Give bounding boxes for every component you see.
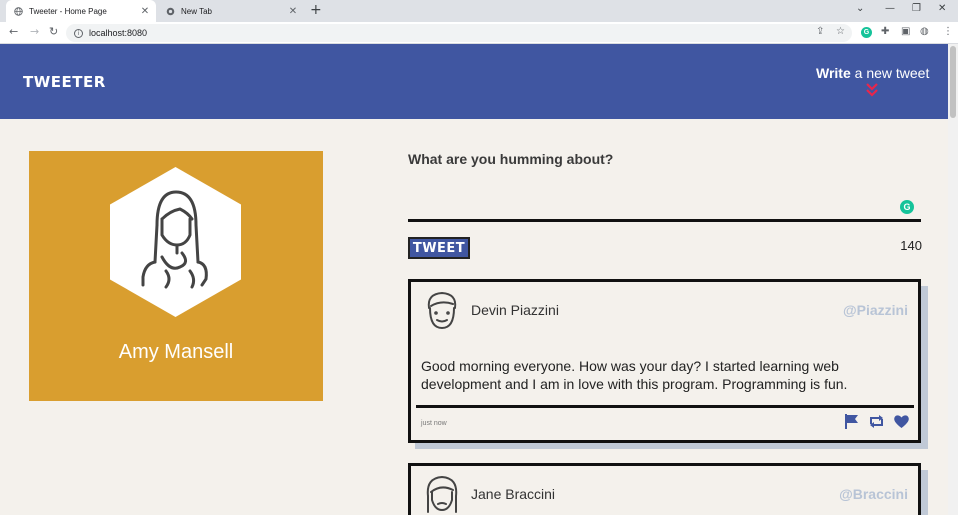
flag-icon[interactable] xyxy=(843,413,860,430)
browser-tab-bar: Tweeter - Home Page ✕ New Tab ✕ + ⌄ — ❐ … xyxy=(0,0,958,22)
browser-tab-new-tab[interactable]: New Tab ✕ xyxy=(158,0,304,22)
tweet-author-name: Devin Piazzini xyxy=(471,302,559,318)
tweet-card: Jane Braccini @Braccini xyxy=(408,463,921,515)
globe-icon xyxy=(14,6,23,16)
reload-icon[interactable]: ↻ xyxy=(49,25,58,38)
user-avatar xyxy=(426,475,458,513)
compose-textarea-underline[interactable] xyxy=(408,219,921,222)
tweet-card: Devin Piazzini @Piazzini Good morning ev… xyxy=(408,279,921,443)
share-icon[interactable]: ⇪ xyxy=(816,26,824,37)
chrome-icon xyxy=(166,7,175,15)
tweet-body: Good morning everyone. How was your day?… xyxy=(421,358,848,392)
write-label: Write xyxy=(816,65,851,81)
side-panel-icon[interactable]: ▣ xyxy=(901,26,910,37)
heart-icon[interactable] xyxy=(893,413,910,430)
tweet-divider xyxy=(416,405,914,408)
address-url[interactable]: localhost:8080 xyxy=(89,28,147,38)
site-header: TWEETER Write a new tweet xyxy=(0,44,948,119)
browser-tab-tweeter[interactable]: Tweeter - Home Page ✕ xyxy=(6,0,156,22)
back-icon[interactable]: ← xyxy=(9,25,18,38)
close-tab-icon[interactable]: ✕ xyxy=(138,6,152,17)
character-counter: 140 xyxy=(900,238,922,253)
tweet-author-name: Jane Braccini xyxy=(471,486,556,502)
user-avatar xyxy=(427,291,457,330)
close-tab-icon[interactable]: ✕ xyxy=(286,6,300,17)
site-logo[interactable]: TWEETER xyxy=(23,73,106,91)
tab-title: New Tab xyxy=(181,6,212,16)
tweet-submit-button[interactable]: TWEET xyxy=(408,237,470,259)
forward-icon[interactable]: → xyxy=(30,25,39,38)
grammarly-icon[interactable]: G xyxy=(900,200,914,214)
profile-card: Amy Mansell xyxy=(29,151,323,401)
tab-search-icon[interactable]: ⌄ xyxy=(856,3,864,14)
bookmark-star-icon[interactable]: ☆ xyxy=(836,26,845,37)
tweet-author-handle: @Piazzini xyxy=(843,302,908,318)
tab-title: Tweeter - Home Page xyxy=(29,6,107,16)
write-rest-label: a new tweet xyxy=(850,65,930,81)
site-info-icon[interactable]: i xyxy=(74,28,83,38)
retweet-icon[interactable] xyxy=(868,413,885,430)
extensions-puzzle-icon[interactable]: ✚ xyxy=(881,26,889,37)
double-chevron-down-icon[interactable] xyxy=(864,82,880,98)
minimize-icon[interactable]: — xyxy=(885,3,895,14)
tweet-timestamp: just now xyxy=(421,420,447,427)
close-window-icon[interactable]: ✕ xyxy=(938,3,946,14)
profile-avatar-icon[interactable]: ◍ xyxy=(920,26,929,37)
write-new-tweet-link[interactable]: Write a new tweet xyxy=(816,65,929,81)
new-tab-icon[interactable]: + xyxy=(310,2,322,18)
profile-name: Amy Mansell xyxy=(118,341,234,363)
browser-toolbar: ← → ↻ i localhost:8080 ⇪ ☆ G ✚ ▣ ◍ ⋮ xyxy=(0,22,958,44)
compose-prompt: What are you humming about? xyxy=(408,151,614,167)
scrollbar-thumb[interactable] xyxy=(950,46,956,118)
tweet-author-handle: @Braccini xyxy=(839,486,908,502)
restore-icon[interactable]: ❐ xyxy=(912,3,921,14)
browser-menu-icon[interactable]: ⋮ xyxy=(943,26,953,37)
page-scrollbar[interactable] xyxy=(948,44,958,515)
address-bar[interactable]: i localhost:8080 xyxy=(66,24,852,42)
profile-avatar xyxy=(110,167,241,317)
grammarly-extension-icon[interactable]: G xyxy=(861,27,872,38)
